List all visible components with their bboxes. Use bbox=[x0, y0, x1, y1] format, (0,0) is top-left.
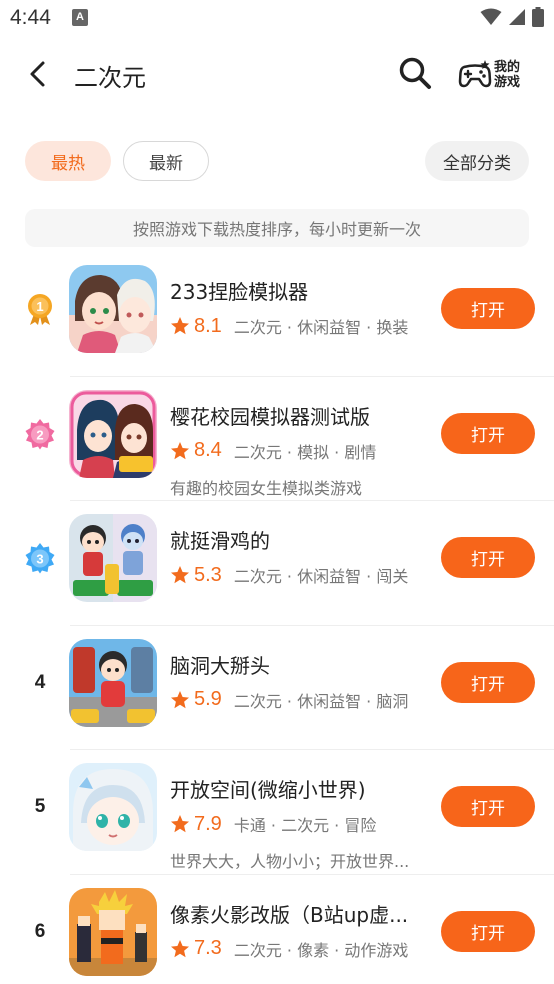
game-meta: 7.3 二次元 · 像素 · 动作游戏 bbox=[170, 937, 408, 961]
game-meta: 8.4 二次元 · 模拟 · 剧情 bbox=[170, 439, 376, 463]
game-meta: 7.9 卡通 · 二次元 · 冒险 bbox=[170, 812, 376, 836]
game-score: 8.1 bbox=[194, 314, 222, 337]
rank-number: 6 bbox=[34, 920, 46, 942]
open-button[interactable]: 打开 bbox=[441, 786, 535, 828]
game-tags: 卡通 · 二次元 · 冒险 bbox=[233, 816, 377, 836]
search-button[interactable] bbox=[394, 52, 436, 94]
rank-badge: 3 bbox=[22, 539, 58, 577]
game-name: 233捏脸模拟器 bbox=[170, 280, 309, 304]
open-button[interactable]: 打开 bbox=[441, 288, 535, 329]
game-icon bbox=[69, 887, 157, 976]
game-name: 脑洞大掰头 bbox=[170, 653, 270, 678]
star-icon bbox=[171, 690, 189, 708]
rank-number: 5 bbox=[34, 796, 46, 818]
filter-newest-chip[interactable]: 最新 bbox=[123, 141, 209, 181]
game-meta: 8.1 二次元 · 休闲益智 · 换装 bbox=[170, 314, 408, 338]
star-icon bbox=[171, 441, 189, 459]
all-categories-button[interactable]: 全部分类 bbox=[425, 141, 529, 181]
status-indicators bbox=[480, 7, 544, 27]
rank-badge: 2 bbox=[22, 415, 58, 453]
my-games-button[interactable]: 我的游戏 bbox=[458, 52, 530, 98]
rank-number: 4 bbox=[34, 671, 46, 693]
game-list: 1 233捏脸模拟器 8.1 二次元 · 休闲益智 · 换装 打开 2 樱花校园… bbox=[0, 252, 554, 984]
page-title: 二次元 bbox=[74, 64, 146, 92]
game-list-item[interactable]: 1 233捏脸模拟器 8.1 二次元 · 休闲益智 · 换装 打开 bbox=[0, 252, 554, 377]
game-name: 樱花校园模拟器测试版 bbox=[170, 404, 370, 429]
svg-text:1: 1 bbox=[36, 299, 43, 314]
game-tags: 二次元 · 模拟 · 剧情 bbox=[233, 442, 377, 462]
game-list-item[interactable]: 6 像素火影改版（B站up虚... 7.3 二次元 · 像素 · 动作游戏 打开 bbox=[0, 875, 554, 984]
star-icon bbox=[171, 815, 189, 833]
game-tags: 二次元 · 休闲益智 · 换装 bbox=[233, 318, 409, 337]
status-time: 4:44 bbox=[10, 6, 51, 29]
rank-badge: 1 bbox=[22, 290, 58, 328]
game-list-item[interactable]: 4 脑洞大掰头 5.9 二次元 · 休闲益智 · 脑洞 打开 bbox=[0, 626, 554, 751]
back-arrow-icon bbox=[30, 61, 45, 87]
svg-text:3: 3 bbox=[36, 552, 43, 567]
game-description: 世界大大，人物小小；开放世界... bbox=[170, 852, 410, 872]
rank-badge: 4 bbox=[22, 664, 58, 702]
search-icon bbox=[399, 57, 431, 89]
pink-medal-icon: 2 bbox=[25, 418, 55, 450]
rank-badge: 5 bbox=[22, 788, 58, 826]
signal-icon bbox=[509, 9, 525, 25]
star-icon bbox=[171, 317, 189, 335]
game-icon bbox=[69, 514, 157, 603]
my-games-label: 我的游戏 bbox=[494, 60, 521, 90]
notification-icon: A bbox=[72, 9, 88, 26]
open-button[interactable]: 打开 bbox=[441, 661, 535, 703]
back-button[interactable] bbox=[18, 54, 58, 94]
game-score: 7.9 bbox=[194, 812, 222, 835]
game-list-item[interactable]: 3 就挺滑鸡的 5.3 二次元 · 休闲益智 · 闯关 打开 bbox=[0, 501, 554, 626]
game-description: 有趣的校园女生模拟类游戏 bbox=[170, 478, 363, 498]
game-tags: 二次元 · 休闲益智 · 脑洞 bbox=[233, 691, 409, 711]
game-name: 开放空间(微缩小世界) bbox=[170, 778, 366, 803]
game-list-item[interactable]: 5 开放空间(微缩小世界) 7.9 卡通 · 二次元 · 冒险 世界大大，人物小… bbox=[0, 750, 554, 875]
game-list-item[interactable]: 2 樱花校园模拟器测试版 8.4 二次元 · 模拟 · 剧情 有趣的校园女生模拟… bbox=[0, 377, 554, 502]
game-meta: 5.9 二次元 · 休闲益智 · 脑洞 bbox=[170, 688, 408, 712]
header: 二次元 我的游戏 bbox=[0, 40, 554, 110]
game-icon bbox=[69, 763, 157, 852]
game-tags: 二次元 · 像素 · 动作游戏 bbox=[233, 940, 409, 960]
game-meta: 5.3 二次元 · 休闲益智 · 闯关 bbox=[170, 563, 408, 587]
status-bar: 4:44 A bbox=[0, 0, 554, 38]
game-score: 8.4 bbox=[194, 439, 222, 462]
svg-text:2: 2 bbox=[36, 427, 43, 442]
game-name: 像素火影改版（B站up虚... bbox=[170, 902, 409, 927]
game-icon bbox=[69, 389, 157, 478]
game-score: 7.3 bbox=[194, 937, 222, 960]
gold-medal-icon: 1 bbox=[28, 294, 52, 325]
gamepad-icon bbox=[458, 60, 492, 88]
star-icon bbox=[171, 566, 189, 584]
open-button[interactable]: 打开 bbox=[441, 412, 535, 454]
game-score: 5.3 bbox=[194, 563, 222, 586]
star-icon bbox=[171, 939, 189, 958]
game-score: 5.9 bbox=[194, 688, 222, 711]
filter-bar: 最热 最新 全部分类 bbox=[0, 140, 554, 184]
wifi-icon bbox=[480, 8, 502, 25]
rank-badge: 6 bbox=[22, 913, 58, 951]
game-tags: 二次元 · 休闲益智 · 闯关 bbox=[233, 567, 409, 587]
sort-notice: 按照游戏下载热度排序，每小时更新一次 bbox=[25, 209, 529, 247]
blue-medal-icon: 3 bbox=[25, 543, 55, 574]
game-name: 就挺滑鸡的 bbox=[170, 529, 270, 554]
open-button[interactable]: 打开 bbox=[441, 910, 535, 952]
open-button[interactable]: 打开 bbox=[441, 537, 535, 579]
battery-icon bbox=[532, 7, 544, 27]
filter-hot-chip[interactable]: 最热 bbox=[25, 141, 111, 181]
game-icon bbox=[69, 265, 157, 353]
game-icon bbox=[69, 638, 157, 727]
